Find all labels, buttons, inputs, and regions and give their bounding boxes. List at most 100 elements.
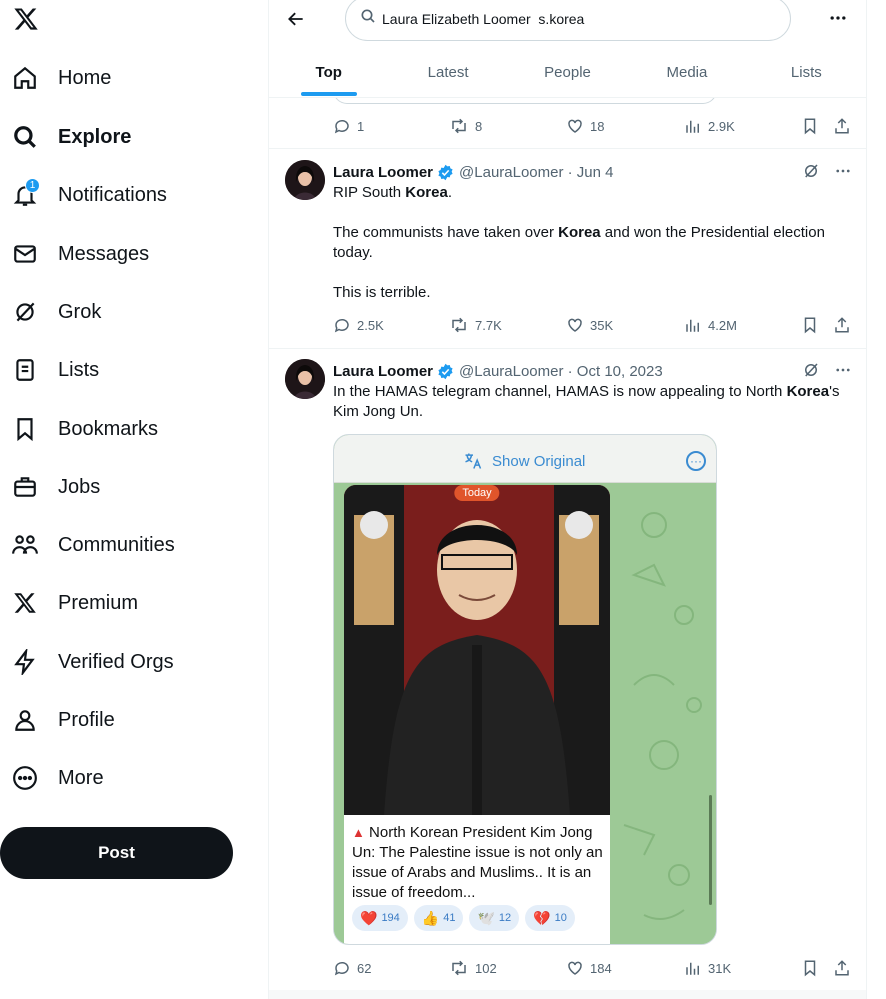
- sidebar-item-label: Home: [58, 66, 112, 89]
- sidebar-item-jobs[interactable]: Jobs: [10, 467, 100, 507]
- repost-button[interactable]: 7.7K: [449, 316, 502, 334]
- avatar[interactable]: [285, 160, 325, 200]
- home-icon: [10, 63, 40, 93]
- author-name[interactable]: Laura Loomer: [333, 164, 433, 181]
- author-name[interactable]: Laura Loomer: [333, 363, 433, 380]
- sidebar-item-more[interactable]: More: [10, 758, 104, 798]
- share-button[interactable]: [833, 316, 857, 334]
- repost-button[interactable]: 102: [449, 959, 497, 977]
- sidebar-item-label: Verified Orgs: [58, 650, 174, 673]
- sidebar-item-grok[interactable]: Grok: [10, 292, 101, 332]
- tweet-actions: 1 8 18 2.9K: [333, 116, 853, 136]
- verified-badge-icon: [437, 164, 454, 181]
- repost-button[interactable]: 8: [449, 117, 482, 135]
- tab-latest[interactable]: Latest: [388, 48, 507, 96]
- reply-button[interactable]: 62: [333, 959, 371, 977]
- divider: [269, 148, 866, 149]
- reactions: ❤️ 194 👍 41 🕊️ 12 💔 10: [352, 905, 575, 931]
- grok-icon[interactable]: [802, 361, 820, 384]
- reply-button[interactable]: 2.5K: [333, 316, 384, 334]
- message-caption: ▲ North Korean President Kim Jong Un: Th…: [352, 824, 603, 901]
- reply-count: 62: [357, 960, 372, 976]
- show-original-button[interactable]: Show Original: [462, 451, 585, 471]
- bookmark-button[interactable]: [801, 316, 825, 334]
- bell-icon: 1: [10, 178, 40, 210]
- share-button[interactable]: [833, 959, 857, 977]
- tweet-media-image[interactable]: Show Original ··· Today ▲ North Korean P…: [333, 434, 717, 945]
- search-input[interactable]: [382, 10, 762, 27]
- sidebar-item-explore[interactable]: Explore: [10, 117, 131, 157]
- main-column: 1 8 18 2.9K Laura Loomer @LauraLoomer · …: [268, 0, 867, 999]
- sidebar-item-profile[interactable]: Profile: [10, 700, 115, 740]
- sidebar-item-label: Premium: [58, 591, 139, 614]
- sidebar-item-messages[interactable]: Messages: [10, 234, 149, 274]
- person-icon: [10, 705, 40, 735]
- more-options-icon[interactable]: [834, 361, 852, 384]
- divider: [269, 348, 866, 349]
- sidebar-item-label: More: [58, 766, 104, 789]
- bookmark-button[interactable]: [801, 117, 825, 135]
- reaction-heart[interactable]: ❤️ 194: [352, 905, 408, 931]
- avatar[interactable]: [285, 359, 325, 399]
- notification-badge: 1: [25, 178, 40, 193]
- reaction-broken-heart[interactable]: 💔 10: [525, 905, 575, 931]
- sidebar-item-label: Messages: [58, 242, 150, 265]
- repost-count: 7.7K: [475, 317, 502, 333]
- more-options-icon[interactable]: [834, 162, 852, 185]
- sidebar-item-verified-orgs[interactable]: Verified Orgs: [10, 642, 174, 682]
- views-button[interactable]: 2.9K: [684, 117, 735, 135]
- tweet-text: RIP South Korea. The communists have tak…: [333, 184, 825, 301]
- sidebar-item-label: Jobs: [58, 475, 101, 498]
- like-button[interactable]: 18: [566, 117, 604, 135]
- sidebar-nav: Home Explore 1 Notifications Messages Gr…: [0, 0, 268, 999]
- post-button[interactable]: Post: [0, 827, 233, 879]
- x-logo-icon[interactable]: [12, 6, 40, 34]
- tweet-header: Laura Loomer @LauraLoomer · Oct 10, 2023: [333, 361, 663, 381]
- author-handle-date[interactable]: @LauraLoomer · Oct 10, 2023: [459, 363, 663, 380]
- reply-count: 2.5K: [357, 317, 384, 333]
- scrollbar: [709, 795, 712, 905]
- divider: [269, 990, 866, 999]
- list-icon: [10, 355, 40, 385]
- reaction-dove[interactable]: 🕊️ 12: [469, 905, 520, 931]
- sidebar-item-lists[interactable]: Lists: [10, 350, 99, 390]
- today-label: Today: [454, 485, 500, 501]
- tab-lists[interactable]: Lists: [747, 48, 866, 96]
- tweet-text: In the HAMAS telegram channel, HAMAS is …: [333, 383, 840, 420]
- repost-count: 102: [475, 960, 497, 976]
- views-button[interactable]: 4.2M: [684, 316, 737, 334]
- bookmark-button[interactable]: [801, 959, 825, 977]
- tweet-header: Laura Loomer @LauraLoomer · Jun 4: [333, 162, 614, 182]
- back-arrow-icon[interactable]: [283, 6, 309, 32]
- share-button[interactable]: [833, 117, 857, 135]
- sidebar-item-notifications[interactable]: 1 Notifications: [10, 175, 167, 215]
- like-button[interactable]: 35K: [566, 316, 613, 334]
- sidebar-item-premium[interactable]: Premium: [10, 583, 138, 623]
- tab-media[interactable]: Media: [627, 48, 746, 96]
- x-logo-icon: [10, 588, 40, 618]
- grok-icon[interactable]: [802, 162, 820, 185]
- like-count: 35K: [590, 317, 614, 333]
- tab-people[interactable]: People: [508, 48, 627, 96]
- sidebar-item-home[interactable]: Home: [10, 58, 111, 98]
- sidebar-item-communities[interactable]: Communities: [10, 525, 175, 565]
- sidebar-item-bookmarks[interactable]: Bookmarks: [10, 409, 158, 449]
- views-count: 31K: [708, 960, 732, 976]
- more-options-icon[interactable]: ···: [686, 451, 706, 471]
- reply-button[interactable]: 1: [333, 117, 364, 135]
- search-icon: [10, 122, 40, 152]
- like-button[interactable]: 184: [566, 959, 612, 977]
- like-count: 18: [590, 118, 605, 134]
- author-handle-date[interactable]: @LauraLoomer · Jun 4: [459, 164, 613, 181]
- people-icon: [10, 530, 40, 560]
- views-count: 4.2M: [708, 317, 737, 333]
- sidebar-item-label: Grok: [58, 300, 102, 323]
- grok-icon: [10, 297, 40, 327]
- views-button[interactable]: 31K: [684, 959, 731, 977]
- search-icon: [360, 8, 376, 29]
- tab-top[interactable]: Top: [269, 48, 388, 96]
- more-options-icon[interactable]: [825, 8, 851, 28]
- search-bar[interactable]: [345, 0, 791, 41]
- reaction-thumbs-up[interactable]: 👍 41: [413, 905, 464, 931]
- telegram-message: Today ▲ North Korean President Kim Jong …: [344, 485, 610, 944]
